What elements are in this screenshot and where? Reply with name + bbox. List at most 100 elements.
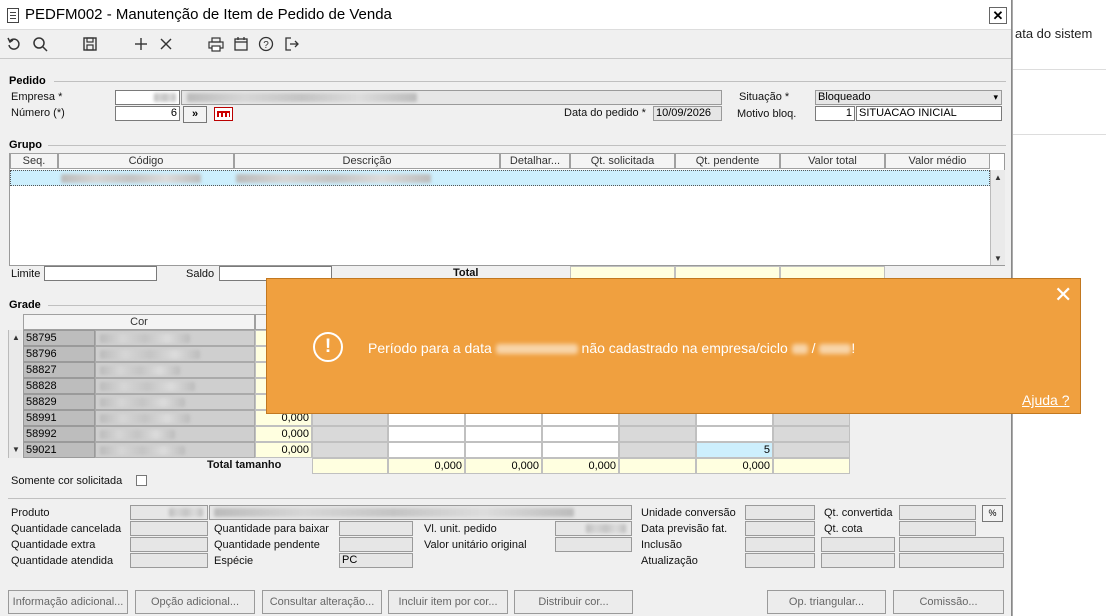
- motivo-desc-field: SITUACAO INICIAL: [856, 106, 1002, 121]
- qt-cota-field: [899, 521, 976, 536]
- scroll-up-icon[interactable]: ▲: [994, 173, 1002, 182]
- data-prev-field: [745, 521, 815, 536]
- divider: [54, 81, 1006, 82]
- grade-cell[interactable]: [696, 426, 773, 442]
- add-icon[interactable]: [131, 35, 151, 53]
- scroll-down-icon[interactable]: ▼: [12, 445, 20, 454]
- qt-convertida-label: Qt. convertida: [824, 507, 893, 519]
- color-name-cell: [95, 378, 255, 394]
- grade-cell: [773, 442, 850, 458]
- qt-cota-label: Qt. cota: [824, 523, 863, 535]
- col-descricao: Descrição: [234, 153, 500, 169]
- opcao-adicional-button[interactable]: Opção adicional...: [135, 590, 255, 614]
- color-name-cell: [95, 394, 255, 410]
- redacted-ciclo: [819, 344, 852, 355]
- situacao-label: Situação *: [739, 91, 790, 103]
- grade-cell[interactable]: [388, 426, 465, 442]
- color-name-cell: [95, 330, 255, 346]
- atualizacao-time-field: [821, 553, 895, 568]
- chevron-down-icon: ▾: [993, 92, 998, 102]
- grade-cell[interactable]: [542, 426, 619, 442]
- search-icon[interactable]: [30, 35, 50, 53]
- saldo-label: Saldo: [186, 268, 215, 280]
- somente-cor-checkbox[interactable]: [136, 475, 147, 486]
- table-row[interactable]: [10, 170, 990, 186]
- grade-cell: [312, 442, 388, 458]
- distribuir-cor-button[interactable]: Distribuir cor...: [514, 590, 633, 614]
- numero-field[interactable]: 6: [115, 106, 180, 121]
- produto-desc-field: [209, 505, 632, 520]
- total-tamanho-cell: [773, 458, 850, 474]
- color-code-cell[interactable]: 59021: [23, 442, 95, 458]
- qt-atendida-field: [130, 553, 208, 568]
- qt-convertida-field: [899, 505, 976, 520]
- color-name-cell: [95, 410, 255, 426]
- comissao-button[interactable]: Comissão...: [893, 590, 1004, 614]
- data-prev-label: Data previsão fat.: [641, 523, 728, 535]
- motivo-code-field[interactable]: 1: [815, 106, 855, 121]
- color-code-cell[interactable]: 58991: [23, 410, 95, 426]
- col-codigo: Código: [58, 153, 234, 169]
- qt-baixar-label: Quantidade para baixar: [214, 523, 329, 535]
- grade-scrollbar[interactable]: ▲ ▼: [8, 330, 22, 458]
- scroll-up-icon[interactable]: ▲: [12, 333, 20, 342]
- grade-cell: [619, 442, 696, 458]
- close-window-button[interactable]: ✕: [989, 7, 1007, 24]
- grupo-scrollbar[interactable]: ▲ ▼: [990, 170, 1005, 265]
- percent-button[interactable]: %: [982, 505, 1003, 522]
- search-pedido-button[interactable]: »: [183, 106, 207, 123]
- scroll-down-icon[interactable]: ▼: [994, 254, 1002, 263]
- undo-icon[interactable]: [4, 35, 24, 53]
- color-code-cell[interactable]: 58828: [23, 378, 95, 394]
- grade-cell: [773, 426, 850, 442]
- svg-text:?: ?: [263, 40, 269, 51]
- grade-qty-cell[interactable]: 0,000: [255, 426, 312, 442]
- empresa-label: Empresa *: [11, 91, 63, 103]
- grade-cell: [312, 426, 388, 442]
- vl-unit-label: Vl. unit. pedido: [424, 523, 497, 535]
- color-code-cell[interactable]: 58827: [23, 362, 95, 378]
- delete-icon[interactable]: [156, 35, 176, 53]
- limite-field[interactable]: [44, 266, 157, 281]
- vl-unit-orig-field: [555, 537, 632, 552]
- grade-cell[interactable]: [542, 442, 619, 458]
- color-code-cell[interactable]: 58992: [23, 426, 95, 442]
- especie-field: PC: [339, 553, 413, 568]
- inclusao-date-field: [745, 537, 815, 552]
- numero-label: Número (*): [11, 107, 65, 119]
- close-toast-icon[interactable]: ✕: [1054, 283, 1072, 307]
- color-code-cell[interactable]: 58795: [23, 330, 95, 346]
- background-text: ata do sistem: [1015, 26, 1093, 41]
- exit-icon[interactable]: [282, 35, 302, 53]
- pedido-section-title: Pedido: [9, 75, 46, 87]
- save-icon[interactable]: [80, 35, 100, 53]
- qt-cancelada-field: [130, 521, 208, 536]
- calendar-icon[interactable]: [231, 35, 251, 53]
- help-icon[interactable]: ?: [256, 35, 276, 53]
- print-icon[interactable]: [206, 35, 226, 53]
- empresa-code-field[interactable]: [115, 90, 180, 105]
- grade-cell[interactable]: [465, 426, 542, 442]
- grade-cell[interactable]: [465, 442, 542, 458]
- toolbar: ?: [0, 31, 1011, 57]
- color-code-cell[interactable]: 58796: [23, 346, 95, 362]
- motivo-label: Motivo bloq.: [737, 108, 797, 120]
- incluir-item-cor-button[interactable]: Incluir item por cor...: [388, 590, 508, 614]
- situacao-select[interactable]: Bloqueado ▾: [815, 90, 1002, 105]
- color-code-cell[interactable]: 58829: [23, 394, 95, 410]
- divider: [1013, 69, 1106, 70]
- error-toast: ! Período para a data não cadastrado na …: [266, 278, 1081, 414]
- inclusao-label: Inclusão: [641, 539, 682, 551]
- atualizacao-user-field: [899, 553, 1004, 568]
- calendar-red-icon[interactable]: [214, 107, 233, 121]
- consultar-alteracao-button[interactable]: Consultar alteração...: [262, 590, 382, 614]
- op-triangular-button[interactable]: Op. triangular...: [767, 590, 886, 614]
- especie-label: Espécie: [214, 555, 254, 567]
- grade-pending-cell[interactable]: 5: [696, 442, 773, 458]
- grade-cell[interactable]: [388, 442, 465, 458]
- vl-unit-field: [555, 521, 632, 536]
- divider: [48, 305, 268, 306]
- informacao-adicional-button[interactable]: Informação adicional...: [8, 590, 128, 614]
- help-link[interactable]: Ajuda ?: [1022, 392, 1069, 408]
- grade-qty-cell[interactable]: 0,000: [255, 442, 312, 458]
